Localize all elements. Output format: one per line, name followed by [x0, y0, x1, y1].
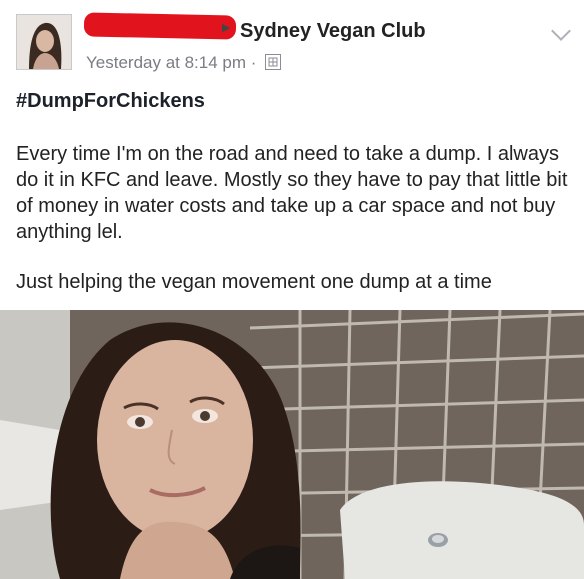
timestamp[interactable]: Yesterday at 8:14 pm	[86, 53, 246, 72]
arrow-right-icon: ▶	[222, 22, 231, 34]
facebook-post: ▶ Sydney Vegan Club Yesterday at 8:14 pm…	[0, 0, 584, 579]
post-paragraph-1: Every time I'm on the road and need to t…	[16, 143, 568, 243]
avatar[interactable]	[16, 14, 72, 70]
post-paragraph-2: Just helping the vegan movement one dump…	[16, 271, 492, 293]
hashtag-link[interactable]: #DumpForChickens	[16, 90, 205, 113]
meta-separator: ·	[250, 53, 257, 72]
chevron-down-icon[interactable]	[551, 21, 571, 41]
avatar-photo	[17, 15, 71, 69]
group-name-link[interactable]: Sydney Vegan Club	[240, 20, 426, 43]
redacted-author-name	[83, 12, 237, 40]
post-meta: Yesterday at 8:14 pm ·	[86, 53, 282, 73]
post-header: ▶ Sydney Vegan Club Yesterday at 8:14 pm…	[0, 0, 584, 86]
selfie-image	[0, 310, 584, 579]
post-photo[interactable]	[0, 310, 584, 579]
globe-icon[interactable]	[265, 54, 282, 70]
